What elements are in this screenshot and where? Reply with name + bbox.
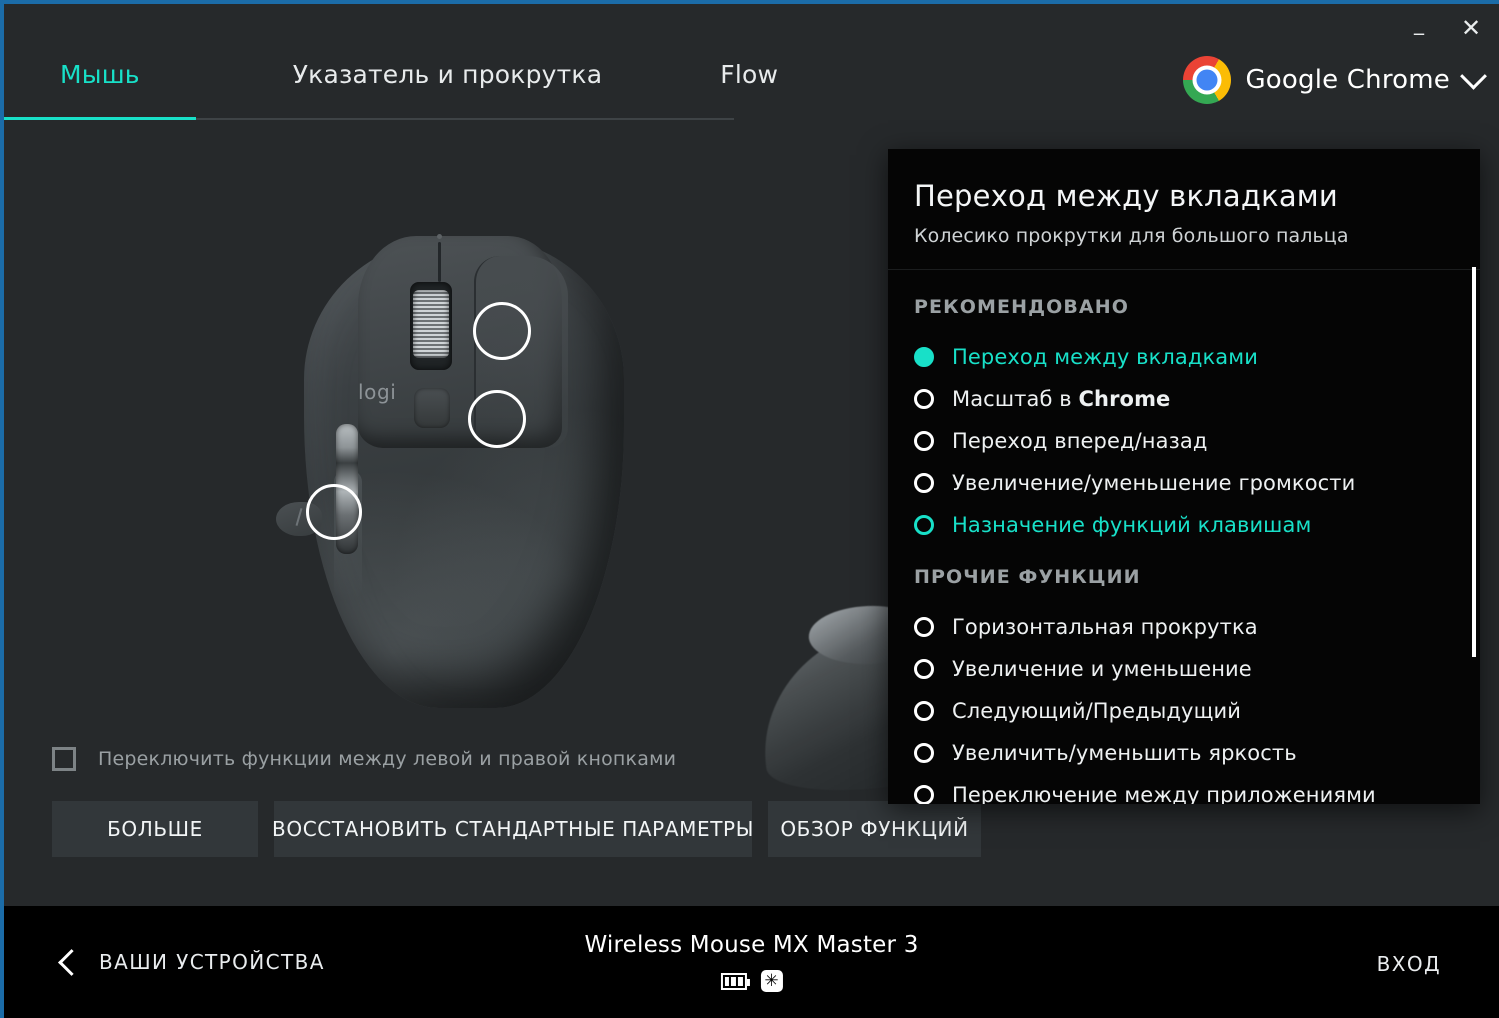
action-buttons: БОЛЬШЕ ВОССТАНОВИТЬ СТАНДАРТНЫЕ ПАРАМЕТР… [52,801,981,857]
option-label: Увеличение и уменьшение [952,657,1252,681]
mouse-scroll-wheel [413,290,449,358]
group-title-other: ПРОЧИЕ ФУНКЦИИ [914,566,1141,588]
statusbar: ВАШИ УСТРОЙСТВА Wireless Mouse MX Master… [4,906,1499,1018]
panel-option-list: РЕКОМЕНДОВАНО Переход между вкладками Ма… [888,270,1480,804]
radio-icon [914,515,934,535]
application-name: Google Chrome [1245,65,1450,95]
radio-icon [914,431,934,451]
radio-icon [914,389,934,409]
option-label: Назначение функций клавишам [952,513,1312,537]
option-brightness[interactable]: Увеличить/уменьшить яркость [914,732,1480,774]
panel-scrollbar[interactable] [1472,267,1476,657]
mouse-seam [437,234,442,282]
option-label: Переключение между приложениями [952,783,1376,804]
mouse-middle-button [414,388,450,428]
titlebar: _ ✕ Мышь Указатель и прокрутка Flow Goog… [4,4,1499,123]
battery-icon[interactable] [720,972,750,990]
application-selector[interactable]: Google Chrome [1183,56,1487,104]
device-name: Wireless Mouse MX Master 3 [584,932,919,958]
radio-selected-icon [914,347,934,367]
panel-subtitle: Колесико прокрутки для большого пальца [914,225,1349,247]
more-button[interactable]: БОЛЬШЕ [52,801,258,857]
swap-buttons-label: Переключить функции между левой и правой… [98,748,677,770]
radio-icon [914,473,934,493]
thumb-button-hotspot[interactable] [306,484,362,540]
bluetooth-icon[interactable]: ✳ [760,970,783,992]
radio-icon [914,785,934,804]
option-chrome-zoom[interactable]: Масштаб в Chrome [914,378,1480,420]
logitech-options-window: _ ✕ Мышь Указатель и прокрутка Flow Goog… [0,0,1499,1018]
minimize-button[interactable]: _ [1401,8,1437,48]
tab-mouse[interactable]: Мышь [60,48,140,89]
radio-icon [914,617,934,637]
battery-cell [724,976,730,986]
radio-icon [914,701,934,721]
group-title-recommended: РЕКОМЕНДОВАНО [914,296,1129,318]
battery-cell [731,976,736,986]
back-to-devices-link[interactable]: ВАШИ УСТРОЙСТВА [58,948,325,976]
function-assignment-panel: Переход между вкладками Колесико прокрут… [888,149,1480,804]
option-key-assignment[interactable]: Назначение функций клавишам [914,504,1480,546]
chrome-logo-icon [1183,56,1232,104]
option-tab-navigation[interactable]: Переход между вкладками [914,336,1480,378]
tab-flow[interactable]: Flow [720,48,778,89]
radio-icon [914,659,934,679]
mouse-illustration: logi [262,212,662,742]
option-label: Переход между вкладками [952,345,1258,369]
option-label: Увеличить/уменьшить яркость [952,741,1297,765]
chevron-down-icon [1460,62,1487,90]
scroll-wheel-hotspot[interactable] [473,302,531,360]
option-label: Следующий/Предыдущий [952,699,1241,723]
panel-title: Переход между вкладками [914,179,1338,213]
main-content: logi Переключить функции между левой и п… [4,120,1499,906]
battery-cell [737,976,743,986]
option-volume[interactable]: Увеличение/уменьшение громкости [914,462,1480,504]
swap-buttons-checkbox-row[interactable]: Переключить функции между левой и правой… [52,747,676,771]
option-forward-back[interactable]: Переход вперед/назад [914,420,1480,462]
device-info: Wireless Mouse MX Master 3 ✳ [584,932,918,992]
features-overview-button[interactable]: ОБЗОР ФУНКЦИЙ [768,801,981,857]
option-label: Масштаб в Chrome [952,387,1171,411]
chevron-left-icon [58,948,85,976]
radio-icon [914,743,934,763]
restore-defaults-button[interactable]: ВОССТАНОВИТЬ СТАНДАРТНЫЕ ПАРАМЕТРЫ [272,801,753,857]
option-horizontal-scroll[interactable]: Горизонтальная прокрутка [914,606,1480,648]
swap-buttons-checkbox[interactable] [52,747,76,771]
tab-bar: Мышь Указатель и прокрутка Flow [4,48,778,89]
option-next-previous[interactable]: Следующий/Предыдущий [914,690,1480,732]
logitech-logo-text: logi [358,380,397,404]
option-zoom-in-out[interactable]: Увеличение и уменьшение [914,648,1480,690]
option-label: Переход вперед/назад [952,429,1208,453]
signin-link[interactable]: ВХОД [1377,952,1441,976]
close-button[interactable]: ✕ [1453,13,1489,43]
middle-button-hotspot[interactable] [468,390,526,448]
window-controls: _ ✕ [1401,8,1489,48]
tab-pointer-and-scroll[interactable]: Указатель и прокрутка [293,48,603,89]
panel-header: Переход между вкладками Колесико прокрут… [888,149,1480,270]
option-label: Увеличение/уменьшение громкости [952,471,1356,495]
back-to-devices-label: ВАШИ УСТРОЙСТВА [99,950,325,974]
option-app-switch[interactable]: Переключение между приложениями [914,774,1480,804]
device-status-icons: ✳ [584,970,918,992]
option-label: Горизонтальная прокрутка [952,615,1258,639]
